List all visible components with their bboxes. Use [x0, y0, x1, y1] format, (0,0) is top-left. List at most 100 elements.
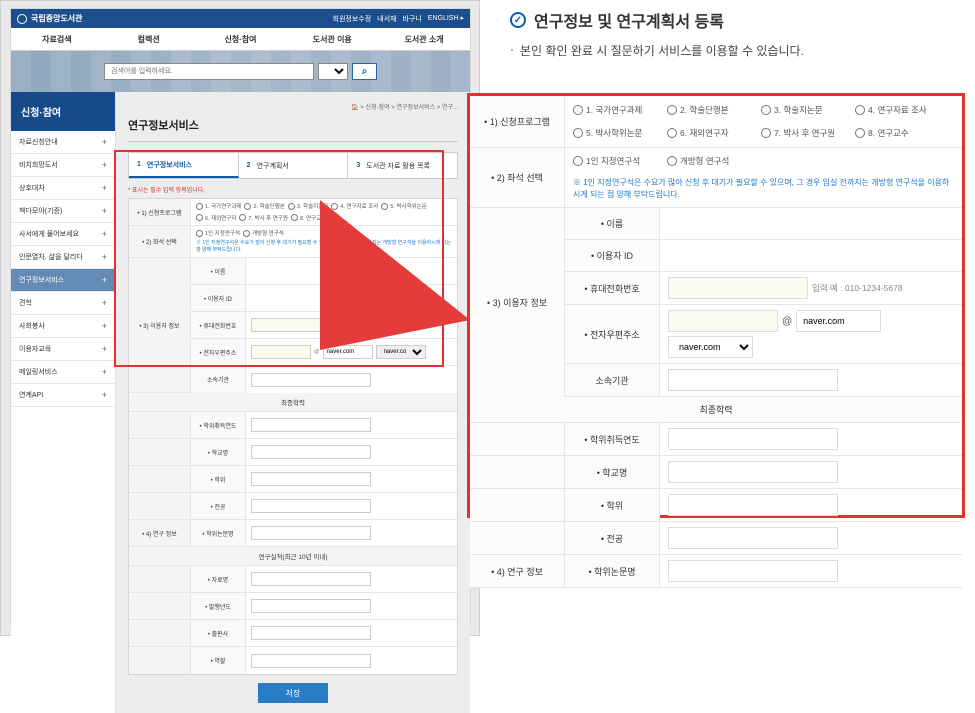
program-option-5[interactable]: 6. 재외연구자 — [196, 214, 236, 222]
degree-year-input[interactable] — [251, 418, 371, 432]
sublabel-degree: • 학위 — [191, 466, 246, 492]
zoom-seat-cell: 1인 지정연구석 개방형 연구석 ※ 1인 지정연구석은 수요가 많아 신청 후… — [565, 148, 962, 207]
bullet-icon: · — [510, 42, 514, 59]
zoom-label-seat: • 2) 좌석 선택 — [470, 148, 565, 207]
sidebar-item-11[interactable]: 연계API+ — [11, 384, 115, 407]
sidebar-item-9[interactable]: 이용자교육+ — [11, 338, 115, 361]
zoom-email-input[interactable] — [668, 310, 778, 332]
plus-icon: + — [102, 206, 107, 216]
plus-icon: + — [102, 229, 107, 239]
zoom-school-input[interactable] — [668, 461, 838, 483]
zoom-sublabel-email: • 전자우편주소 — [565, 305, 660, 363]
zoom-program-option-6[interactable]: 7. 박사 후 연구원 — [761, 127, 851, 139]
zoom-sublabel-phone: • 휴대전화번호 — [565, 272, 660, 304]
program-option-2[interactable]: 3. 학술지논문 — [288, 202, 328, 210]
hero-search: ⌕ — [11, 51, 470, 92]
zoom-email-domain-select[interactable]: naver.com — [668, 336, 753, 358]
zoom-program-option-5[interactable]: 6. 재외연구자 — [667, 127, 757, 139]
link-basket[interactable]: 바구니 — [402, 14, 421, 24]
zoom-program-option-1[interactable]: 2. 학술단행본 — [667, 104, 757, 116]
sidebar-item-6[interactable]: 연구정보서비스+ — [11, 269, 115, 292]
program-option-0[interactable]: 1. 국가연구과제 — [196, 202, 241, 210]
program-option-6[interactable]: 7. 박사 후 연구원 — [239, 214, 288, 222]
zoom-sublabel-degree: • 학위 — [565, 489, 660, 521]
brand[interactable]: 국립중앙도서관 — [17, 13, 83, 24]
zoom-seat-option-1[interactable]: 1인 지정연구석 — [573, 155, 663, 167]
thesis-input[interactable] — [251, 526, 371, 540]
sidebar-item-10[interactable]: 메일링서비스+ — [11, 361, 115, 384]
breadcrumb: 🏠 > 신청·참여 > 연구정보서비스 > 연구... — [128, 102, 458, 111]
search-button[interactable]: ⌕ — [352, 63, 377, 80]
zoom-program-option-3[interactable]: 4. 연구자료 조사 — [855, 104, 945, 116]
sidebar-item-4[interactable]: 사서에게 물어보세요+ — [11, 223, 115, 246]
sidebar-heading: 신청·참여 — [11, 92, 115, 131]
sidebar-item-3[interactable]: 책다모아(기증)+ — [11, 200, 115, 223]
zoom-phone-input[interactable] — [668, 277, 808, 299]
seat-option-1[interactable]: 1인 지정연구석 — [196, 229, 240, 237]
phone-input[interactable] — [251, 318, 331, 332]
degree-input[interactable] — [251, 472, 371, 486]
tab-0[interactable]: 1연구정보서비스 — [129, 153, 239, 178]
zoom-program-option-2[interactable]: 3. 학술지논문 — [761, 104, 851, 116]
major-input[interactable] — [251, 499, 371, 513]
zoom-degree-year-input[interactable] — [668, 428, 838, 450]
sidebar-item-0[interactable]: 자료신청안내+ — [11, 131, 115, 154]
nav-apply[interactable]: 신청·참여 — [195, 34, 287, 45]
page-screenshot: 국립중앙도서관 회원정보수정 내서재 바구니 ENGLISH ▸ 자료검색 컬렉… — [0, 0, 480, 636]
link-english[interactable]: ENGLISH ▸ — [428, 14, 464, 24]
email-domain-select[interactable]: naver.com — [376, 345, 426, 359]
zoom-degree-input[interactable] — [668, 494, 838, 516]
school-input[interactable] — [251, 445, 371, 459]
tabs: 1연구정보서비스2연구계획서3도서관 자료 활용 목록 — [128, 152, 458, 179]
search-input[interactable] — [104, 63, 314, 80]
program-option-3[interactable]: 4. 연구자료 조사 — [331, 202, 378, 210]
link-mylibrary[interactable]: 내서재 — [377, 14, 396, 24]
email-input[interactable] — [251, 345, 311, 359]
zoom-sublabel-userid: • 이용자 ID — [565, 240, 660, 271]
publisher-input[interactable] — [251, 626, 371, 640]
zoom-major-input[interactable] — [668, 527, 838, 549]
nav-use[interactable]: 도서관 이용 — [286, 34, 378, 45]
material-input[interactable] — [251, 572, 371, 586]
nav-search[interactable]: 자료검색 — [11, 34, 103, 45]
sidebar-item-8[interactable]: 사회봉사+ — [11, 315, 115, 338]
sidebar-item-2[interactable]: 상호대차+ — [11, 177, 115, 200]
tab-2[interactable]: 3도서관 자료 활용 목록 — [348, 153, 457, 178]
zoom-thesis-input[interactable] — [668, 560, 838, 582]
published-input[interactable] — [251, 599, 371, 613]
zoom-program-option-4[interactable]: 5. 박사학위논문 — [573, 127, 663, 139]
role-input[interactable] — [251, 654, 371, 668]
sidebar-item-7[interactable]: 견학+ — [11, 292, 115, 315]
zoom-email-domain-input[interactable] — [796, 310, 881, 332]
nav-about[interactable]: 도서관 소개 — [378, 34, 470, 45]
zoom-program-option-0[interactable]: 1. 국가연구과제 — [573, 104, 663, 116]
search-filter-select[interactable] — [318, 63, 348, 80]
program-option-1[interactable]: 2. 학술단행본 — [244, 202, 284, 210]
sidebar-item-1[interactable]: 비치희망도서+ — [11, 154, 115, 177]
nav-collection[interactable]: 컬렉션 — [103, 34, 195, 45]
tab-1[interactable]: 2연구계획서 — [239, 153, 349, 178]
sublabel-thesis: • 학위논문명 — [191, 520, 246, 546]
org-input[interactable] — [251, 373, 371, 387]
zoom-seat-note: ※ 1인 지정연구석은 수요가 많아 신청 후 대기가 필요할 수 있으며, 그… — [573, 177, 954, 201]
main-nav: 자료검색 컬렉션 신청·참여 도서관 이용 도서관 소개 — [11, 28, 470, 51]
link-member-edit[interactable]: 회원정보수정 — [333, 14, 372, 24]
zoom-program-option-7[interactable]: 8. 연구교수 — [855, 127, 945, 139]
zoom-org-input[interactable] — [668, 369, 838, 391]
email-domain-input[interactable] — [323, 345, 373, 359]
check-icon: ✓ — [510, 12, 526, 28]
program-option-4[interactable]: 5. 박사학위논문 — [381, 202, 426, 210]
save-button[interactable]: 저장 — [258, 683, 328, 703]
sidebar-item-5[interactable]: 인문열차, 삶을 달리다+ — [11, 246, 115, 269]
sidebar: 신청·참여 자료신청안내+비치희망도서+상호대차+책다모아(기증)+사서에게 물… — [11, 92, 116, 713]
zoom-section-final-edu: 최종학력 — [470, 397, 962, 423]
program-option-7[interactable]: 8. 연구교수 — [291, 214, 326, 222]
plus-icon: + — [102, 367, 107, 377]
magnifier-icon: ⌕ — [362, 66, 368, 77]
callout-title-text: 연구정보 및 연구계획서 등록 — [534, 8, 724, 32]
sublabel-major: • 전공 — [191, 493, 246, 519]
zoom-seat-option-2[interactable]: 개방형 연구석 — [667, 155, 757, 167]
page-title: 연구정보서비스 — [128, 117, 458, 142]
seat-option-2[interactable]: 개방형 연구석 — [243, 229, 284, 237]
zoom-panel: • 1) 신청프로그램 1. 국가연구과제2. 학술단행본3. 학술지논문4. … — [467, 93, 965, 518]
